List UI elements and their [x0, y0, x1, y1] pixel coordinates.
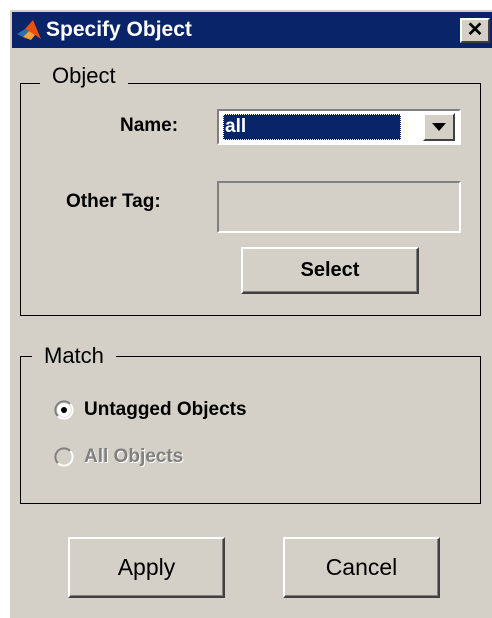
radio-checked-icon: [54, 400, 74, 420]
cancel-button[interactable]: Cancel: [283, 537, 440, 598]
name-dropdown[interactable]: all: [217, 109, 461, 145]
radio-label-all: All Objects: [84, 446, 184, 467]
select-button[interactable]: Select: [241, 247, 419, 294]
apply-button[interactable]: Apply: [68, 537, 225, 598]
other-tag-label: Other Tag:: [66, 191, 161, 212]
other-tag-input[interactable]: [217, 181, 461, 233]
match-group-legend: Match: [32, 343, 116, 369]
name-label: Name:: [120, 115, 179, 136]
title-bar: Specify Object ✕: [12, 12, 492, 48]
dropdown-arrow-button[interactable]: [423, 113, 455, 141]
close-button[interactable]: ✕: [460, 18, 490, 43]
close-icon: ✕: [466, 19, 484, 41]
match-group: [20, 356, 481, 504]
chevron-down-icon: [432, 123, 446, 131]
radio-label-untagged: Untagged Objects: [84, 399, 247, 420]
specify-object-dialog: Specify Object ✕ Object Name: all Other …: [8, 8, 492, 618]
matlab-logo-icon: [17, 20, 41, 40]
name-dropdown-value: all: [223, 114, 401, 140]
object-group-legend: Object: [40, 63, 128, 89]
radio-unchecked-icon: [54, 447, 74, 467]
window-title: Specify Object: [46, 18, 192, 41]
